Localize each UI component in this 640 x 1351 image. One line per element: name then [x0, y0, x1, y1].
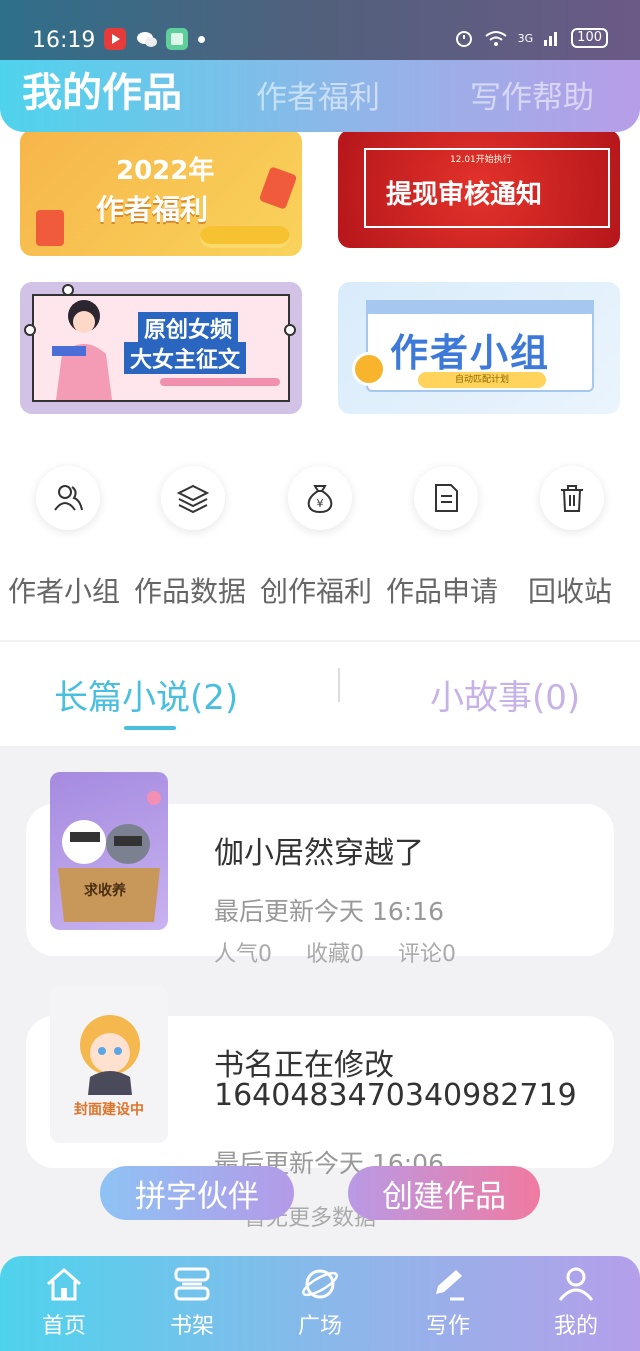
banner-author-group[interactable]: 作者小组 自动匹配计划 [338, 282, 620, 414]
divider [0, 640, 640, 642]
status-time: 16:19 [32, 28, 96, 53]
pen-icon [436, 1270, 464, 1301]
book-cover[interactable]: 求收养 [50, 772, 168, 930]
wifi-icon [485, 31, 507, 46]
svg-text:¥: ¥ [317, 497, 324, 510]
work-comments: 评论0 [398, 942, 456, 967]
bookshelf-icon [174, 1267, 210, 1301]
quick-label: 回收站 [528, 575, 613, 608]
work-updated: 最后更新今天 16:16 [214, 897, 444, 926]
content-card: 2022年 作者福利 12.01开始执行 提现审核通知 原创女频 大女主征文 作… [0, 120, 640, 746]
top-tabs: 我的作品 作者福利 写作帮助 [0, 60, 640, 120]
battery-indicator: 100 [571, 28, 608, 48]
work-favorites: 收藏0 [306, 942, 364, 967]
quick-label: 创作福利 [260, 575, 373, 608]
layers-icon [161, 466, 225, 530]
banner-year: 2022年 [116, 156, 215, 186]
active-tab-underline [124, 726, 176, 730]
trash-icon [540, 466, 604, 530]
wechat-icon [136, 28, 158, 50]
handle [284, 324, 296, 336]
tab-long-novels[interactable]: 长篇小说(2) [54, 670, 238, 719]
users-icon [36, 466, 100, 530]
quick-creation-welfare[interactable]: ¥ [256, 466, 384, 530]
quick-recycle-bin[interactable] [508, 466, 636, 530]
alarm-clock-illustration [352, 352, 386, 386]
quick-work-data[interactable] [129, 466, 257, 530]
nav-label: 我的 [553, 1314, 598, 1339]
nav-label: 写作 [425, 1314, 470, 1339]
work-title[interactable]: 伽小居然穿越了 [214, 828, 424, 872]
bottom-nav: 首页 书架 广场 写作 我的 [0, 1256, 640, 1351]
nav-home[interactable]: 首页 [14, 1266, 114, 1340]
book-cover[interactable]: 封面建设中 [50, 985, 168, 1143]
banner-small-text: 12.01开始执行 [450, 155, 512, 165]
create-work-button[interactable]: 创建作品 [348, 1166, 540, 1220]
segment-separator [338, 668, 340, 702]
notification-dot [198, 36, 205, 43]
nav-plaza[interactable]: 广场 [270, 1266, 370, 1340]
nav-label: 首页 [41, 1314, 86, 1339]
video-app-icon [104, 28, 126, 50]
quick-label: 作品申请 [386, 575, 499, 608]
work-popularity: 人气0 [214, 942, 272, 967]
coins-illustration [200, 226, 290, 248]
reading-girl-illustration [52, 300, 112, 400]
banner-title: 提现审核通知 [386, 180, 543, 210]
banner-withdraw-notice[interactable]: 12.01开始执行 提现审核通知 [338, 130, 620, 248]
window-bar [366, 300, 594, 314]
banner-pill: 自动匹配计划 [418, 372, 546, 388]
network-label: 3G [517, 31, 534, 45]
work-title-id: 1640483470340982719 [214, 1078, 577, 1113]
tab-writing-help[interactable]: 写作帮助 [470, 72, 594, 117]
green-app-icon [166, 28, 188, 50]
status-right: 3G 100 [454, 28, 608, 48]
user-icon [558, 1267, 594, 1301]
decor-bar [160, 378, 280, 386]
signal-icon [544, 32, 558, 46]
contest-line2: 大女主征文 [124, 342, 247, 374]
tab-my-works[interactable]: 我的作品 [22, 60, 182, 118]
money-bag-icon: ¥ [288, 466, 352, 530]
nav-mine[interactable]: 我的 [526, 1266, 626, 1340]
quick-label: 作品数据 [134, 575, 247, 608]
quick-work-application[interactable] [382, 466, 510, 530]
tab-short-stories[interactable]: 小故事(0) [430, 670, 580, 719]
cover-illustration [58, 791, 161, 922]
cover-text: 求收养 [84, 883, 126, 899]
nav-write[interactable]: 写作 [398, 1266, 498, 1340]
tab-author-welfare[interactable]: 作者福利 [256, 72, 380, 117]
banner-author-welfare[interactable]: 2022年 作者福利 [20, 130, 302, 256]
handle [62, 284, 74, 296]
quick-label: 作者小组 [8, 575, 121, 608]
planet-icon [302, 1269, 338, 1299]
alarm-icon [455, 31, 472, 47]
banner-title: 作者福利 [96, 193, 209, 226]
cover-text: 封面建设中 [74, 1102, 144, 1118]
nav-bookshelf[interactable]: 书架 [142, 1266, 242, 1340]
home-icon [47, 1268, 81, 1301]
cover-placeholder-illustration [80, 1015, 140, 1095]
banner-title: 作者小组 [390, 331, 551, 375]
nav-label: 书架 [169, 1314, 214, 1339]
document-icon [414, 466, 478, 530]
status-bar: 16:19 3G 100 [0, 0, 640, 60]
quick-author-group[interactable] [4, 466, 132, 530]
banner-contest[interactable]: 原创女频 大女主征文 [20, 282, 302, 414]
partner-button[interactable]: 拼字伙伴 [100, 1166, 294, 1220]
red-envelope-icon [36, 210, 64, 246]
nav-label: 广场 [297, 1314, 342, 1339]
handle [24, 324, 36, 336]
contest-line1: 原创女频 [138, 312, 239, 344]
red-envelope-icon [258, 166, 298, 210]
